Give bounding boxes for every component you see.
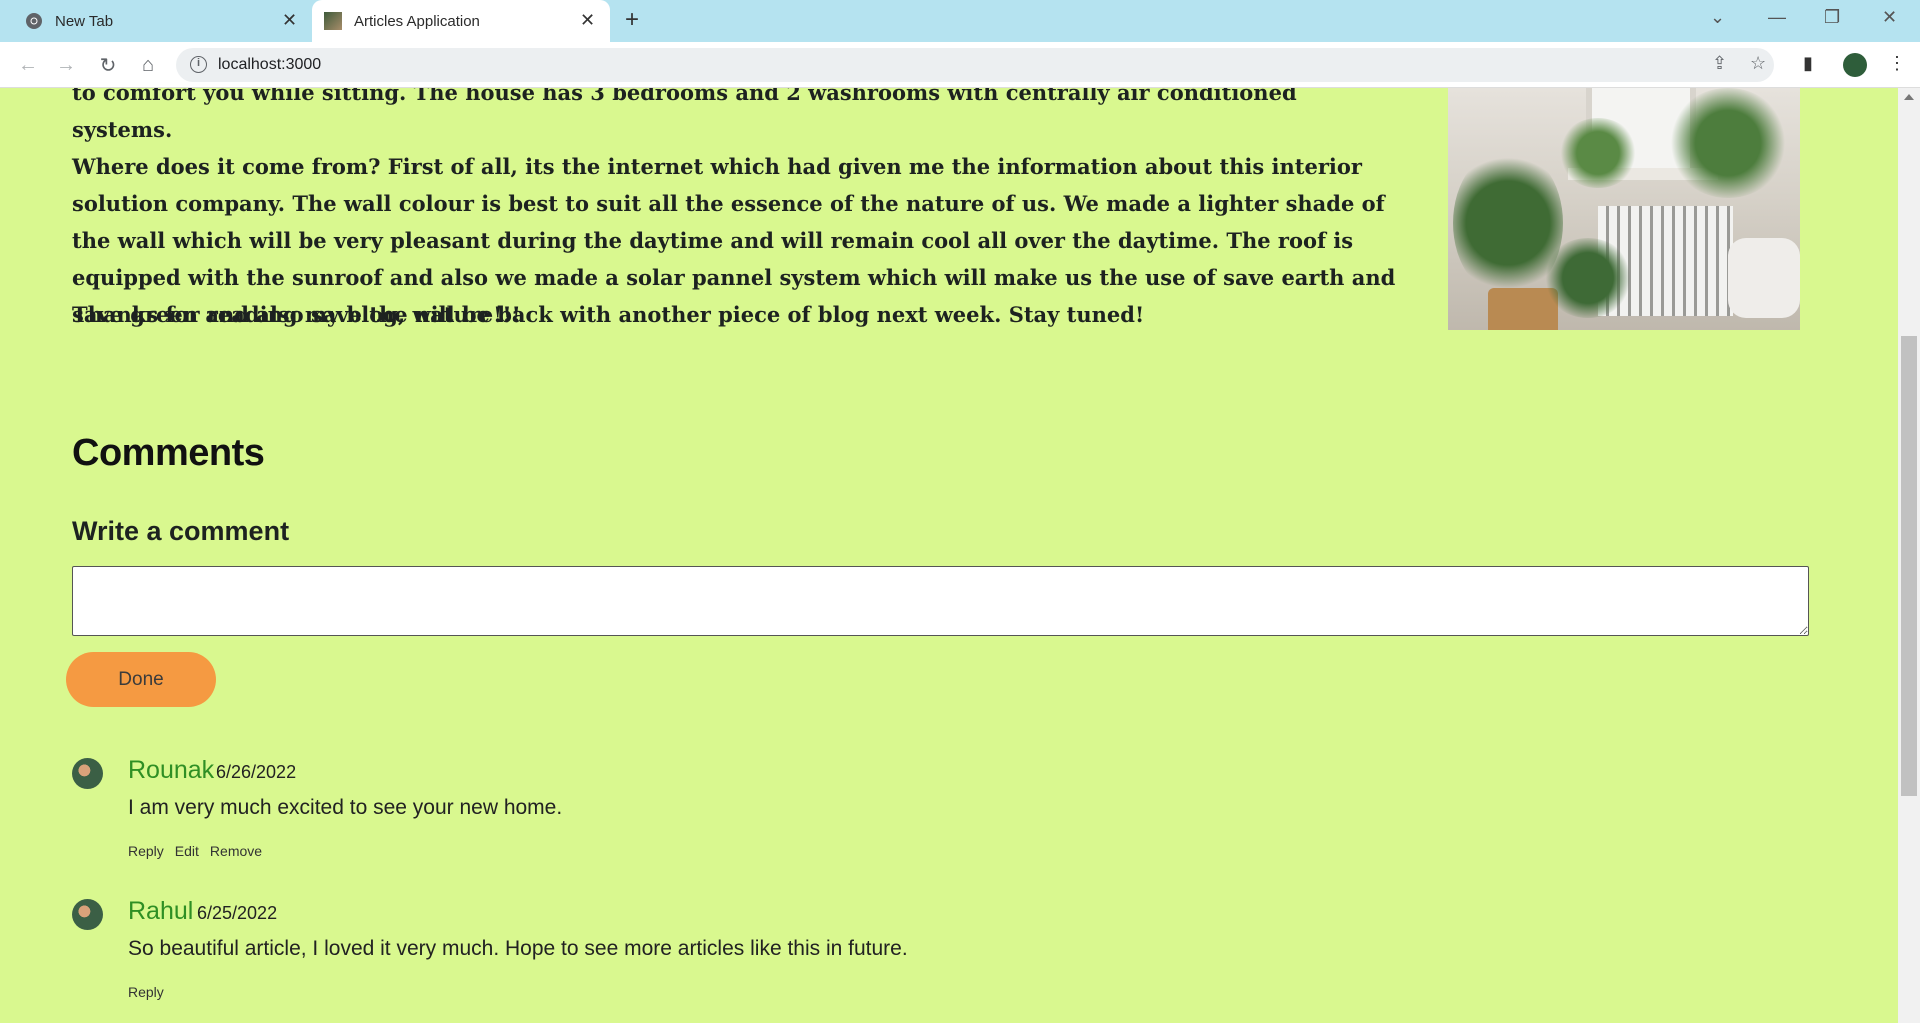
menu-dots-icon[interactable]: ⋮ (1888, 53, 1906, 74)
comment-author: Rahul (128, 897, 194, 925)
reload-icon[interactable]: ↻ (94, 51, 122, 79)
comment-author: Rounak (128, 756, 215, 784)
reply-button[interactable]: Reply (128, 843, 164, 859)
close-tab-icon[interactable]: ✕ (282, 11, 297, 29)
chrome-icon (25, 12, 43, 30)
profile-avatar[interactable] (1843, 53, 1867, 77)
comment-textarea[interactable] (72, 566, 1809, 636)
site-info-icon[interactable]: i (190, 56, 207, 73)
address-bar[interactable]: i localhost:3000 ⇪ ☆ (176, 48, 1774, 82)
tab-articles-application[interactable]: Articles Application ✕ (312, 0, 610, 42)
comments-heading: Comments (72, 432, 265, 474)
tab-label: New Tab (55, 12, 114, 30)
article-image (1448, 88, 1800, 330)
restore-icon[interactable]: ❐ (1824, 8, 1840, 26)
done-button[interactable]: Done (66, 652, 216, 707)
remove-button[interactable]: Remove (210, 843, 262, 859)
site-favicon (324, 12, 342, 30)
home-icon[interactable]: ⌂ (134, 51, 162, 79)
comment-actions: Reply (128, 984, 164, 1000)
avatar (72, 758, 103, 789)
minimize-icon[interactable]: — (1768, 8, 1786, 26)
edit-button[interactable]: Edit (175, 843, 199, 859)
comment-text: I am very much excited to see your new h… (128, 796, 563, 819)
article-paragraph: Thanks for reading my blog, will be back… (72, 302, 1145, 327)
tab-search-chevron-icon[interactable]: ⌄ (1710, 8, 1725, 26)
bookmark-star-icon[interactable]: ☆ (1750, 53, 1766, 74)
forward-arrow-icon[interactable]: → (52, 51, 80, 79)
article-paragraph: to comfort you while sitting. The house … (72, 88, 1297, 142)
browser-toolbar: ← → ↻ ⌂ i localhost:3000 ⇪ ☆ ▮ ⋮ (0, 42, 1920, 88)
comment-text: So beautiful article, I loved it very mu… (128, 937, 908, 960)
comment-actions: Reply Edit Remove (128, 843, 262, 859)
share-icon[interactable]: ⇪ (1712, 53, 1727, 74)
tab-new-tab[interactable]: New Tab ✕ (0, 0, 306, 42)
page-content: to comfort you while sitting. The house … (0, 88, 1898, 1023)
write-comment-label: Write a comment (72, 516, 290, 546)
side-panel-icon[interactable]: ▮ (1803, 53, 1813, 74)
address-url: localhost:3000 (218, 56, 322, 73)
tab-strip: New Tab ✕ Articles Application ✕ + ⌄ — ❐… (0, 0, 1920, 42)
window-close-icon[interactable]: ✕ (1882, 8, 1897, 26)
new-tab-plus-icon[interactable]: + (625, 8, 639, 32)
comment-date: 6/26/2022 (216, 762, 297, 782)
close-tab-icon[interactable]: ✕ (580, 11, 595, 29)
comment-date: 6/25/2022 (197, 903, 278, 923)
back-arrow-icon[interactable]: ← (14, 51, 42, 79)
avatar (72, 899, 103, 930)
page-scrollbar[interactable] (1898, 88, 1920, 1023)
tab-label: Articles Application (354, 12, 480, 30)
scroll-up-icon[interactable] (1904, 94, 1914, 100)
scrollbar-thumb[interactable] (1901, 336, 1917, 796)
reply-button[interactable]: Reply (128, 984, 164, 1000)
